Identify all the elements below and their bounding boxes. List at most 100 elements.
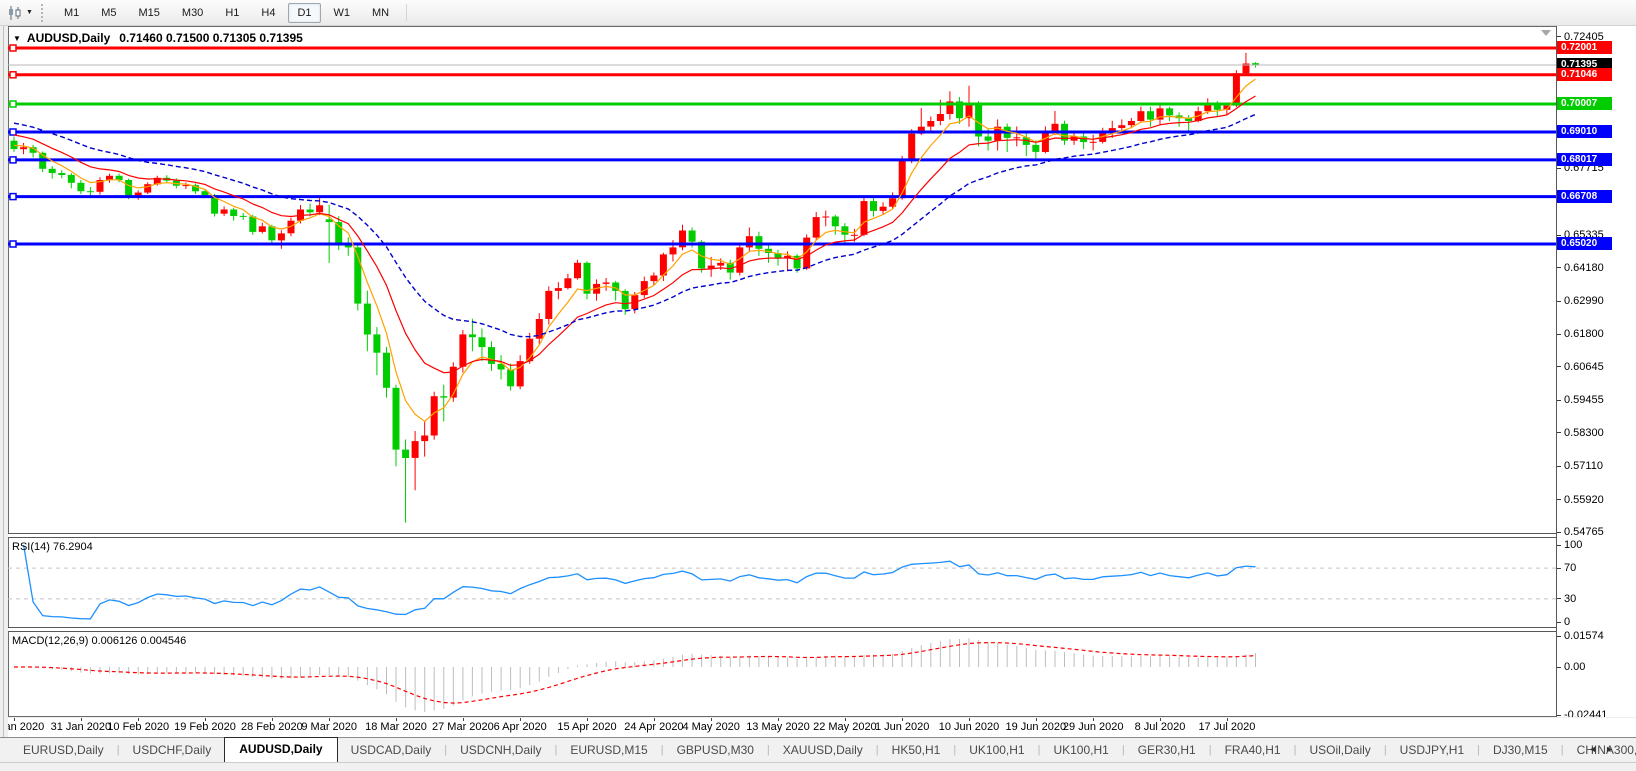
macd-scale-label: 0.01574 [1564, 630, 1604, 642]
timeframe-button-h4[interactable]: H4 [252, 3, 284, 23]
rsi-scale-label: 70 [1564, 562, 1576, 574]
timeframe-button-h1[interactable]: H1 [216, 3, 248, 23]
chart-ohlc-values: 0.71460 0.71500 0.71305 0.71395 [119, 31, 303, 45]
timeframe-button-m15[interactable]: M15 [130, 3, 169, 23]
line-drag-handle[interactable] [10, 72, 16, 78]
scale-tick [1557, 598, 1561, 599]
chart-tab-usdjpy-h1[interactable]: USDJPY,H1 [1387, 739, 1477, 762]
chart-tab-xauusd-daily[interactable]: XAUUSD,Daily [770, 739, 876, 762]
ma-medium-line [14, 96, 1256, 373]
line-drag-handle[interactable] [10, 101, 16, 107]
candle-body [1109, 128, 1116, 131]
chart-tab-usdcnh-daily[interactable]: USDCNH,Daily [447, 739, 554, 762]
line-drag-handle[interactable] [10, 45, 16, 51]
price-level-tag: 0.65020 [1557, 237, 1612, 250]
chart-tab-usoil-daily[interactable]: USOil,Daily [1296, 739, 1383, 762]
scale-tick [1557, 466, 1561, 467]
macd-scale-label: -0.02441 [1564, 709, 1607, 717]
candle-body [1090, 142, 1097, 143]
candle-body [58, 173, 65, 175]
timeframe-button-d1[interactable]: D1 [288, 3, 320, 23]
candle-body [230, 210, 237, 217]
chart-tab-dj30-m15[interactable]: DJ30,M15 [1480, 739, 1561, 762]
chart-tab-audusd-daily[interactable]: AUDUSD,Daily [224, 737, 337, 762]
line-drag-handle[interactable] [10, 241, 16, 247]
rsi-indicator-panel[interactable]: RSI(14) 76.2904 [8, 538, 1556, 627]
chart-title-row: ▼ AUDUSD,Daily 0.71460 0.71500 0.71305 0… [13, 31, 303, 45]
candle-body [278, 233, 285, 240]
tab-scroll-right-icon[interactable]: ► [1605, 744, 1622, 754]
candle-body [459, 334, 466, 366]
candlestick-chart-icon [7, 6, 23, 20]
candle-body [364, 304, 371, 335]
chart-tab-hk50-h1[interactable]: HK50,H1 [879, 739, 954, 762]
candle-body [641, 281, 648, 295]
candle-body [307, 210, 314, 213]
scale-tick-label: 0.58300 [1564, 427, 1604, 439]
timeframe-button-w1[interactable]: W1 [325, 3, 360, 23]
candle-body [708, 266, 715, 269]
scale-tick [1557, 568, 1561, 569]
rsi-scale-label: 100 [1564, 539, 1582, 551]
candle-body [689, 231, 696, 242]
scale-tick [1557, 36, 1561, 37]
price-level-tag: 0.71046 [1557, 68, 1612, 81]
time-axis-label: 17 Jul 2020 [1182, 721, 1272, 733]
candle-body [316, 205, 323, 212]
candle-body [20, 147, 27, 149]
scale-tick [1557, 400, 1561, 401]
timeframe-button-m30[interactable]: M30 [173, 3, 212, 23]
symbol-dropdown-icon[interactable]: ▼ [13, 34, 21, 43]
rsi-scale-label: 30 [1564, 593, 1576, 605]
scale-tick [1557, 532, 1561, 533]
chart-tab-uk100-h1[interactable]: UK100,H1 [956, 739, 1037, 762]
macd-indicator-panel[interactable]: MACD(12,26,9) 0.006126 0.004546 [8, 632, 1556, 717]
scale-tick-label: 0.59455 [1564, 394, 1604, 406]
candle-body [927, 121, 934, 127]
main-chart-panel[interactable]: ▼ AUDUSD,Daily 0.71460 0.71500 0.71305 0… [8, 27, 1556, 533]
chart-tab-usdcad-daily[interactable]: USDCAD,Daily [338, 739, 445, 762]
scale-tick [1557, 334, 1561, 335]
scale-tick [1557, 235, 1561, 236]
scale-tick-label: 0.61800 [1564, 328, 1604, 340]
chart-tab-ger30-h1[interactable]: GER30,H1 [1125, 739, 1209, 762]
candle-body [880, 207, 887, 211]
candle-body [440, 396, 447, 397]
chart-tab-uk100-h1[interactable]: UK100,H1 [1040, 739, 1121, 762]
line-drag-handle[interactable] [10, 194, 16, 200]
candle-body [1166, 108, 1173, 115]
scale-tick-label: 0.57110 [1564, 460, 1603, 472]
candle-body [1128, 121, 1135, 125]
time-axis[interactable]: 22 Jan 202031 Jan 202010 Feb 202019 Feb … [8, 718, 1636, 737]
candle-body [87, 191, 94, 192]
timeframe-button-m1[interactable]: M1 [55, 3, 88, 23]
candle-body [1052, 124, 1059, 131]
candle-body [832, 217, 839, 227]
timeframe-button-group: M1M5M15M30H1H4D1W1MN [53, 3, 400, 23]
chart-tab-usdchf-daily[interactable]: USDCHF,Daily [120, 739, 225, 762]
line-drag-handle[interactable] [10, 129, 16, 135]
candle-body [1118, 125, 1125, 128]
candle-body [373, 334, 380, 352]
candle-body [402, 450, 409, 458]
chart-tab-gbpusd-m30[interactable]: GBPUSD,M30 [664, 739, 767, 762]
candle-body [870, 201, 877, 211]
candle-body [240, 216, 247, 217]
candle-body [469, 334, 476, 337]
window-frame-line [3, 26, 4, 737]
timeframe-button-mn[interactable]: MN [363, 3, 398, 23]
candle-body [555, 288, 562, 291]
chart-type-menu-button[interactable]: ▼ [4, 4, 36, 22]
tab-scroll-left-icon[interactable]: ◄ [1588, 744, 1605, 754]
line-drag-handle[interactable] [10, 157, 16, 163]
rsi-line [24, 545, 1256, 619]
timeframe-button-m5[interactable]: M5 [92, 3, 125, 23]
chart-tab-fra40-h1[interactable]: FRA40,H1 [1212, 739, 1294, 762]
price-scale[interactable]: 0.724050.677150.653350.641800.629900.618… [1557, 26, 1636, 717]
candle-body [412, 441, 419, 458]
chart-tab-eurusd-m15[interactable]: EURUSD,M15 [557, 739, 660, 762]
chart-shift-marker-icon[interactable] [1541, 30, 1551, 36]
scale-tick [1557, 366, 1561, 367]
scale-tick-label: 0.55920 [1564, 494, 1604, 506]
chart-tab-eurusd-daily[interactable]: EURUSD,Daily [10, 739, 117, 762]
